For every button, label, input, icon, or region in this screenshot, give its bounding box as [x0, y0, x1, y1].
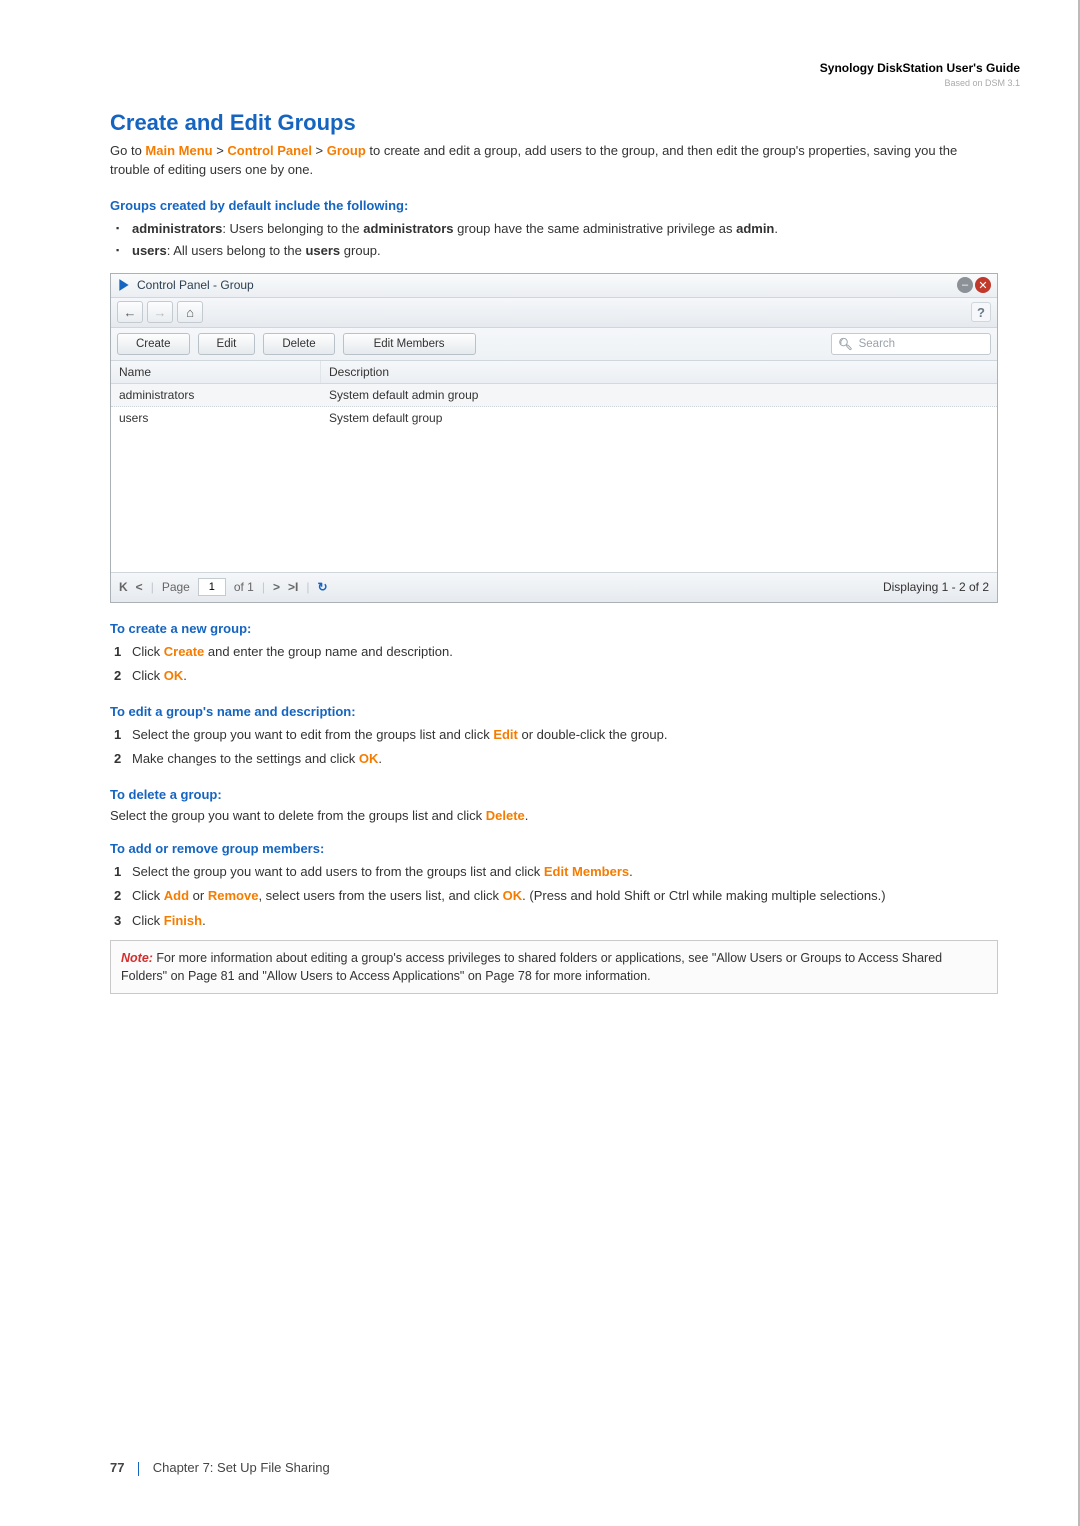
create-button[interactable]: Create — [117, 333, 190, 355]
members-heading: To add or remove group members: — [110, 841, 998, 856]
page-footer: 77 Chapter 7: Set Up File Sharing — [110, 1460, 330, 1476]
back-button[interactable]: ← — [117, 301, 143, 323]
link-control-panel[interactable]: Control Panel — [227, 143, 312, 158]
control-panel-icon — [117, 278, 131, 292]
table-row[interactable]: users System default group — [111, 407, 997, 429]
column-header-name[interactable]: Name — [111, 361, 321, 383]
inline-link: Remove — [208, 888, 259, 903]
note-label: Note: — [121, 951, 153, 965]
home-button[interactable]: ⌂ — [177, 301, 203, 323]
pager-display-text: Displaying 1 - 2 of 2 — [883, 580, 989, 594]
delete-heading: To delete a group: — [110, 787, 998, 802]
link-group[interactable]: Group — [327, 143, 366, 158]
edit-button[interactable]: Edit — [198, 333, 256, 355]
refresh-icon[interactable]: ↻ — [317, 580, 327, 594]
inline-link: Finish — [164, 913, 202, 928]
control-panel-window: Control Panel - Group – ✕ ← → ⌂ ? Create… — [110, 273, 998, 603]
inline-link: Edit Members — [544, 864, 629, 879]
list-item: 3 Click Finish. — [114, 911, 998, 931]
delete-text: Select the group you want to delete from… — [110, 808, 998, 823]
list-item: 2 Click Add or Remove, select users from… — [114, 886, 998, 906]
cell-name: administrators — [111, 384, 321, 406]
window-title: Control Panel - Group — [137, 278, 254, 292]
prev-page-icon[interactable]: < — [136, 580, 143, 594]
doc-subtitle: Based on DSM 3.1 — [820, 77, 1020, 90]
next-page-icon[interactable]: > — [273, 580, 280, 594]
inline-link: OK — [503, 888, 523, 903]
first-page-icon[interactable]: K — [119, 580, 128, 594]
inline-link: Delete — [486, 808, 525, 823]
list-item: 1 Select the group you want to add users… — [114, 862, 998, 882]
inline-link: OK — [359, 751, 379, 766]
list-item: users: All users belong to the users gro… — [114, 241, 998, 261]
inline-link: Edit — [493, 727, 518, 742]
cell-description: System default admin group — [321, 384, 997, 406]
minimize-icon[interactable]: – — [957, 277, 973, 293]
page-number: 77 — [110, 1460, 124, 1475]
inline-link: Add — [164, 888, 189, 903]
page-title: Create and Edit Groups — [110, 110, 998, 136]
link-main-menu[interactable]: Main Menu — [145, 143, 212, 158]
table-row[interactable]: administrators System default admin grou… — [111, 384, 997, 407]
cell-name: users — [111, 407, 321, 429]
note-box: Note: For more information about editing… — [110, 940, 998, 994]
close-icon[interactable]: ✕ — [975, 277, 991, 293]
column-header-description[interactable]: Description — [321, 361, 997, 383]
page-of-label: of 1 — [234, 580, 254, 594]
page-label: Page — [162, 580, 190, 594]
defaults-heading: Groups created by default include the fo… — [110, 198, 998, 213]
edit-members-button[interactable]: Edit Members — [343, 333, 476, 355]
note-body: For more information about editing a gro… — [121, 951, 942, 983]
forward-button[interactable]: → — [147, 301, 173, 323]
cell-description: System default group — [321, 407, 997, 429]
list-item: 2 Make changes to the settings and click… — [114, 749, 998, 769]
chapter-label: Chapter 7: Set Up File Sharing — [153, 1460, 330, 1475]
page-input[interactable] — [198, 578, 226, 596]
list-item: 2 Click OK. — [114, 666, 998, 686]
delete-button[interactable]: Delete — [263, 333, 334, 355]
list-item: 1 Click Create and enter the group name … — [114, 642, 998, 662]
inline-link: OK — [164, 668, 184, 683]
intro-paragraph: Go to Main Menu > Control Panel > Group … — [110, 142, 998, 180]
create-heading: To create a new group: — [110, 621, 998, 636]
help-button[interactable]: ? — [971, 302, 991, 322]
list-item: 1 Select the group you want to edit from… — [114, 725, 998, 745]
editname-heading: To edit a group's name and description: — [110, 704, 998, 719]
doc-title: Synology DiskStation User's Guide — [820, 60, 1020, 77]
inline-link: Create — [164, 644, 204, 659]
search-input[interactable]: 🔍︎ Search — [831, 333, 991, 355]
list-item: administrators: Users belonging to the a… — [114, 219, 998, 239]
last-page-icon[interactable]: >I — [288, 580, 298, 594]
search-icon: 🔍︎ — [838, 337, 853, 351]
